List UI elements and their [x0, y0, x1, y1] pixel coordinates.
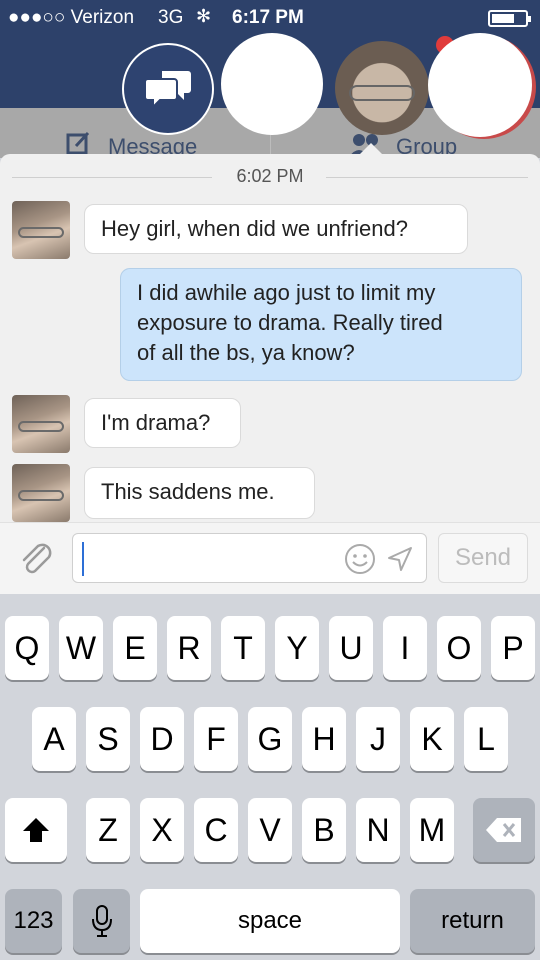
smiley-icon[interactable]: [344, 543, 376, 575]
key[interactable]: D: [140, 707, 184, 771]
message-line: I did awhile ago just to limit my: [137, 280, 436, 305]
key[interactable]: G: [248, 707, 292, 771]
delete-key[interactable]: [473, 798, 535, 862]
return-key[interactable]: return: [410, 889, 535, 953]
chat-head-avatar[interactable]: [335, 41, 429, 135]
dictation-key[interactable]: [73, 889, 130, 953]
avatar-photo: [349, 85, 415, 101]
key[interactable]: J: [356, 707, 400, 771]
separator-line: [326, 177, 528, 178]
key[interactable]: O: [437, 616, 481, 680]
paperclip-icon[interactable]: [18, 540, 56, 578]
key[interactable]: S: [86, 707, 130, 771]
numbers-key[interactable]: 123: [5, 889, 62, 953]
key[interactable]: U: [329, 616, 373, 680]
key[interactable]: N: [356, 798, 400, 862]
chat-head-messages[interactable]: [122, 43, 214, 135]
message-line: exposure to drama. Really tired: [137, 310, 443, 335]
shift-arrow-icon: [23, 818, 49, 842]
key[interactable]: K: [410, 707, 454, 771]
avatar-photo: [18, 421, 64, 432]
message-bubble-received[interactable]: Hey girl, when did we unfriend?: [84, 204, 468, 254]
key[interactable]: I: [383, 616, 427, 680]
location-arrow-icon[interactable]: [386, 545, 414, 573]
status-bar: ●●●○○ Verizon 3G ✻ 6:17 PM: [0, 0, 540, 36]
text-cursor: [82, 542, 84, 576]
avatar-photo: [18, 227, 64, 238]
key[interactable]: H: [302, 707, 346, 771]
key[interactable]: R: [167, 616, 211, 680]
key[interactable]: Q: [5, 616, 49, 680]
chat-bubbles-icon: [146, 71, 191, 110]
send-button[interactable]: Send: [438, 533, 528, 583]
battery-icon: [488, 10, 531, 27]
key[interactable]: T: [221, 616, 265, 680]
sender-avatar[interactable]: [12, 201, 70, 259]
message-bubble-sent[interactable]: I did awhile ago just to limit my exposu…: [120, 268, 522, 381]
network-label: 3G: [158, 7, 184, 28]
shift-key[interactable]: [5, 798, 67, 862]
panel-pointer: [359, 143, 383, 155]
chat-head-redacted-1[interactable]: [221, 33, 323, 135]
compose-icon: [66, 131, 92, 155]
key[interactable]: W: [59, 616, 103, 680]
sender-avatar[interactable]: [12, 464, 70, 522]
sender-avatar[interactable]: [12, 395, 70, 453]
time-separator: 6:02 PM: [0, 166, 540, 188]
microphone-icon: [91, 905, 112, 937]
chat-head-redacted-2[interactable]: [428, 33, 532, 137]
key[interactable]: Z: [86, 798, 130, 862]
key[interactable]: F: [194, 707, 238, 771]
message-bubble-received[interactable]: This saddens me.: [84, 467, 315, 519]
key[interactable]: X: [140, 798, 184, 862]
backspace-icon: [486, 818, 521, 842]
message-bubble-received[interactable]: I'm drama?: [84, 398, 241, 448]
key[interactable]: M: [410, 798, 454, 862]
key[interactable]: E: [113, 616, 157, 680]
avatar-photo: [18, 490, 64, 501]
key[interactable]: B: [302, 798, 346, 862]
carrier-label: ●●●○○ Verizon: [8, 7, 135, 28]
space-key[interactable]: space: [140, 889, 400, 953]
key[interactable]: Y: [275, 616, 319, 680]
key[interactable]: A: [32, 707, 76, 771]
clock: 6:17 PM: [232, 7, 304, 28]
key[interactable]: P: [491, 616, 535, 680]
key[interactable]: C: [194, 798, 238, 862]
key[interactable]: L: [464, 707, 508, 771]
message-line: of all the bs, ya know?: [137, 340, 355, 365]
key[interactable]: V: [248, 798, 292, 862]
activity-spinner-icon: ✻: [196, 6, 212, 26]
